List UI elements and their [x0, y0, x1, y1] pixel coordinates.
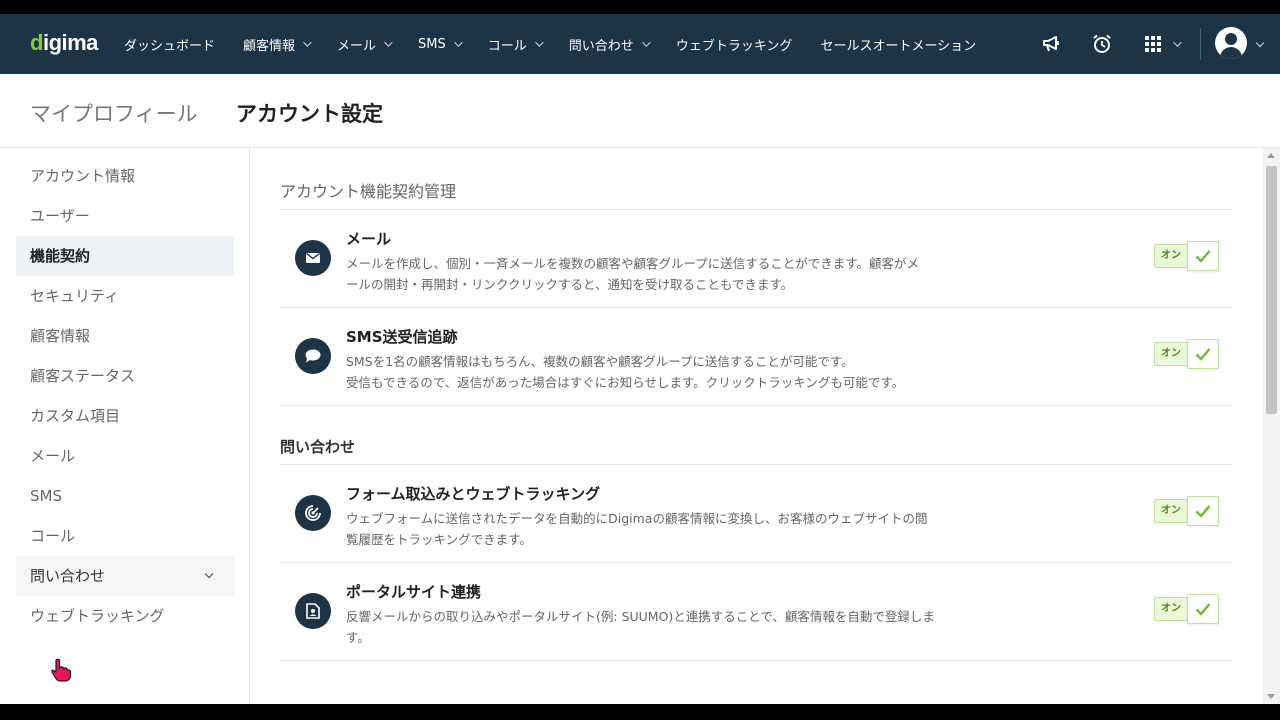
chevron-down-icon [641, 38, 651, 47]
nav-inquiry[interactable]: 問い合わせ [555, 14, 662, 74]
sidebar-item-customer-info[interactable]: 顧客情報 [16, 316, 234, 356]
feature-description: 反響メールからの取り込みやポータルサイト(例: SUUMO)と連携することで、顧… [346, 609, 935, 645]
top-navbar: digima ダッシュボード 顧客情報 メール SMS コール 問い合わせ ウェ… [0, 14, 1280, 74]
sidebar-item-custom-fields[interactable]: カスタム項目 [16, 396, 234, 436]
digima-logo[interactable]: digima [30, 30, 98, 56]
group-title-inquiry: 問い合わせ [280, 438, 356, 456]
chat-bubble-icon [295, 338, 331, 374]
chevron-down-icon [1173, 38, 1182, 47]
feature-row-sms: SMS送受信追跡 SMSを1名の顧客情報はもちろん、複数の顧客や顧客グループに送… [280, 308, 1233, 404]
sidebar-item-feature-contract[interactable]: 機能契約 [16, 236, 234, 276]
form-tracking-feature-toggle[interactable]: オン [1154, 496, 1219, 526]
hand-pointer-cursor-icon [50, 658, 72, 682]
feature-row-mail: メール メールを作成し、個別・一斉メールを複数の顧客や顧客グループに送信すること… [280, 210, 1233, 306]
feature-title: メール [346, 230, 392, 248]
nav-call[interactable]: コール [474, 14, 555, 74]
nav-sms[interactable]: SMS [404, 14, 474, 74]
user-avatar-icon[interactable] [1215, 27, 1247, 59]
feature-row-form-tracking: フォーム取込みとウェブトラッキング ウェブフォームに送信されたデータを自動的にD… [280, 465, 1233, 561]
settings-page: マイプロフィール アカウント設定 アカウント情報 ユーザー 機能契約 セキュリテ… [0, 74, 1280, 704]
scroll-down-arrow-icon[interactable] [1267, 694, 1275, 699]
target-icon [295, 495, 331, 531]
portal-feature-toggle[interactable]: オン [1154, 594, 1219, 624]
sidebar-item-call[interactable]: コール [16, 516, 234, 556]
nav-mail[interactable]: メール [323, 14, 404, 74]
feature-description: SMSを1名の顧客情報はもちろん、複数の顧客や顧客グループに送信することが可能で… [346, 354, 905, 390]
envelope-icon [295, 240, 331, 276]
feature-row-portal: ポータルサイト連携 反響メールからの取り込みやポータルサイト(例: SUUMO)… [280, 563, 1233, 659]
apps-grid-icon[interactable] [1144, 32, 1184, 56]
checkmark-icon [1187, 339, 1219, 369]
sidebar-item-customer-status[interactable]: 顧客ステータス [16, 356, 234, 396]
tab-my-profile[interactable]: マイプロフィール [30, 98, 198, 128]
feature-description: ウェブフォームに送信されたデータを自動的にDigimaの顧客情報に変換し、お客様… [346, 511, 928, 547]
content-scrollbar[interactable] [1263, 148, 1280, 704]
feature-contract-panel: アカウント機能契約管理 メール メールを作成し、個別・一斉メールを複数の顧客や顧… [250, 148, 1263, 704]
nav-web-tracking[interactable]: ウェブトラッキング [662, 14, 807, 74]
checkmark-icon [1187, 241, 1219, 271]
nav-sales-automation[interactable]: セールスオートメーション [806, 14, 990, 74]
document-user-icon [295, 593, 331, 629]
chevron-down-icon [534, 38, 544, 47]
nav-customers[interactable]: 顧客情報 [229, 14, 323, 74]
sidebar-item-users[interactable]: ユーザー [16, 196, 234, 236]
sidebar-item-web-tracking[interactable]: ウェブトラッキング [16, 596, 234, 636]
section-title: アカウント機能契約管理 [280, 182, 457, 201]
scroll-up-arrow-icon[interactable] [1267, 153, 1275, 158]
alarm-clock-icon[interactable] [1090, 32, 1114, 56]
nav-dashboard[interactable]: ダッシュボード [110, 14, 229, 74]
checkmark-icon [1187, 594, 1219, 624]
sidebar-item-account-info[interactable]: アカウント情報 [16, 156, 234, 196]
divider [280, 405, 1233, 406]
main-nav: ダッシュボード 顧客情報 メール SMS コール 問い合わせ ウェブトラッキング… [110, 14, 990, 74]
feature-title: フォーム取込みとウェブトラッキング [346, 485, 601, 503]
sidebar-item-sms[interactable]: SMS [16, 476, 234, 516]
scrollbar-thumb[interactable] [1266, 166, 1277, 414]
feature-title: ポータルサイト連携 [346, 583, 482, 601]
divider [280, 660, 1233, 661]
chevron-down-icon [384, 38, 393, 47]
feature-title: SMS送受信追跡 [346, 328, 458, 346]
chevron-down-icon [204, 569, 214, 579]
sidebar-item-security[interactable]: セキュリティ [16, 276, 234, 316]
sidebar-item-mail[interactable]: メール [16, 436, 234, 476]
chevron-down-icon [303, 38, 312, 47]
nav-divider [1200, 28, 1201, 60]
sms-feature-toggle[interactable]: オン [1154, 339, 1219, 369]
chevron-down-icon [453, 38, 463, 47]
checkmark-icon [1187, 496, 1219, 526]
feature-description: メールを作成し、個別・一斉メールを複数の顧客や顧客グループに送信することができま… [346, 256, 920, 292]
page-header: マイプロフィール アカウント設定 [0, 74, 1280, 148]
chevron-down-icon[interactable] [1255, 38, 1265, 48]
sidebar-item-inquiry[interactable]: 問い合わせ [16, 556, 234, 596]
settings-sidebar: アカウント情報 ユーザー 機能契約 セキュリティ 顧客情報 顧客ステータス カス… [0, 148, 250, 704]
mail-feature-toggle[interactable]: オン [1154, 241, 1219, 271]
tab-account-settings[interactable]: アカウント設定 [236, 98, 383, 128]
megaphone-icon[interactable] [1040, 32, 1064, 56]
